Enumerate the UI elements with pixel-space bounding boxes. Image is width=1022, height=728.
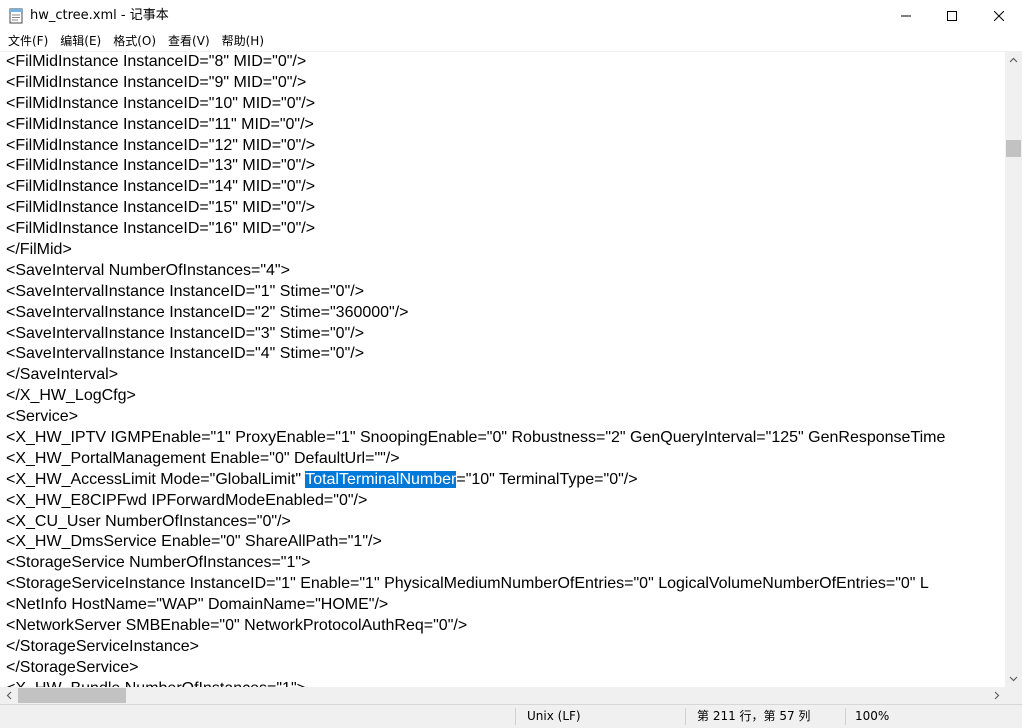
menu-file[interactable]: 文件(F) xyxy=(0,31,54,51)
status-zoom: 100% xyxy=(855,709,890,723)
menu-edit[interactable]: 编辑(E) xyxy=(54,31,107,51)
text-line: <StorageService NumberOfInstances="1"> xyxy=(6,554,311,572)
menu-format[interactable]: 格式(O) xyxy=(107,31,162,51)
text-line: <X_HW_AccessLimit Mode="GlobalLimit" Tot… xyxy=(6,470,945,491)
minimize-icon xyxy=(901,15,911,16)
text-line: <FilMidInstance InstanceID="8" MID="0"/> xyxy=(6,53,307,70)
title-bar[interactable]: hw_ctree.xml - 记事本 xyxy=(0,0,1022,31)
text-line: <X_HW_E8CIPFwd IPForwardModeEnabled="0"/… xyxy=(6,491,368,509)
chevron-right-icon xyxy=(994,691,999,700)
maximize-icon xyxy=(947,10,957,21)
text-line: <NetInfo HostName="WAP" DomainName="HOME… xyxy=(6,596,389,614)
text-line: <Service> xyxy=(6,408,79,426)
text-line: <NetworkServer SMBEnable="0" NetworkProt… xyxy=(6,617,468,635)
text-line: <X_CU_User NumberOfInstances="0"/> xyxy=(6,512,291,530)
text-line: <FilMidInstance InstanceID="14" MID="0"/… xyxy=(6,178,316,196)
text-line: <SaveIntervalInstance InstanceID="2" Sti… xyxy=(6,303,409,321)
text-line: <FilMidInstance InstanceID="16" MID="0"/… xyxy=(6,220,316,238)
scrollbar-corner xyxy=(1005,687,1022,704)
menu-view[interactable]: 查看(V) xyxy=(162,31,216,51)
text-line: <StorageServiceInstance InstanceID="1" E… xyxy=(6,575,929,593)
scroll-down-button[interactable] xyxy=(1005,670,1022,687)
text-line: </X_HW_LogCfg> xyxy=(6,387,136,405)
menu-bar: 文件(F) 编辑(E) 格式(O) 查看(V) 帮助(H) xyxy=(0,31,1022,51)
scroll-right-button[interactable] xyxy=(988,687,1005,704)
close-icon xyxy=(994,10,1004,21)
text-line: <SaveInterval NumberOfInstances="4"> xyxy=(6,261,290,279)
status-divider xyxy=(845,708,846,725)
text-line: <SaveIntervalInstance InstanceID="3" Sti… xyxy=(6,324,365,342)
text-line: <X_HW_IPTV IGMPEnable="1" ProxyEnable="1… xyxy=(6,429,946,447)
text-after-selection: ="10" TerminalType="0"/> xyxy=(456,470,638,488)
status-divider xyxy=(685,708,686,725)
status-cursor-position: 第 211 行，第 57 列 xyxy=(697,709,811,723)
text-line: </SaveInterval> xyxy=(6,366,119,384)
text-line: <SaveIntervalInstance InstanceID="1" Sti… xyxy=(6,282,365,300)
text-line: <FilMidInstance InstanceID="13" MID="0"/… xyxy=(6,157,316,175)
menu-help[interactable]: 帮助(H) xyxy=(216,31,270,51)
minimize-button[interactable] xyxy=(883,0,929,31)
vertical-scroll-thumb[interactable] xyxy=(1006,140,1021,157)
scroll-left-button[interactable] xyxy=(0,687,17,704)
status-bar: Unix (LF) 第 211 行，第 57 列 100% xyxy=(0,704,1022,728)
text-line: </FilMid> xyxy=(6,241,72,259)
maximize-button[interactable] xyxy=(929,0,975,31)
selected-text[interactable]: TotalTerminalNumber xyxy=(305,470,457,488)
text-line: </StorageService> xyxy=(6,658,139,676)
text-line: </StorageServiceInstance> xyxy=(6,637,200,655)
chevron-left-icon xyxy=(6,691,11,700)
text-editor[interactable]: <FilMidInstance InstanceID="8" MID="0"/>… xyxy=(0,51,1005,687)
scroll-up-button[interactable] xyxy=(1005,51,1022,68)
status-divider xyxy=(515,708,516,725)
window-title: hw_ctree.xml - 记事本 xyxy=(30,8,169,23)
status-line-ending: Unix (LF) xyxy=(527,709,581,723)
text-before-selection: <X_HW_AccessLimit Mode="GlobalLimit" xyxy=(6,470,306,488)
chevron-up-icon xyxy=(1009,57,1018,62)
close-button[interactable] xyxy=(976,0,1022,31)
text-line: <FilMidInstance InstanceID="12" MID="0"/… xyxy=(6,136,316,154)
text-line: <FilMidInstance InstanceID="10" MID="0"/… xyxy=(6,94,316,112)
text-lines: <FilMidInstance InstanceID="8" MID="0"/>… xyxy=(6,52,945,687)
text-line: <FilMidInstance InstanceID="15" MID="0"/… xyxy=(6,199,316,217)
text-line: <FilMidInstance InstanceID="9" MID="0"/> xyxy=(6,73,307,91)
text-line: <X_HW_DmsService Enable="0" ShareAllPath… xyxy=(6,533,382,551)
vertical-scrollbar[interactable] xyxy=(1005,51,1022,687)
text-line: <X_HW_PortalManagement Enable="0" Defaul… xyxy=(6,449,400,467)
text-line: <FilMidInstance InstanceID="11" MID="0"/… xyxy=(6,115,314,133)
horizontal-scrollbar[interactable] xyxy=(0,687,1005,704)
text-line: <X_HW_Bundle NumberOfInstances="1"> xyxy=(6,679,945,687)
horizontal-scroll-thumb[interactable] xyxy=(18,688,126,703)
text-line: <SaveIntervalInstance InstanceID="4" Sti… xyxy=(6,345,365,363)
notepad-icon xyxy=(9,8,23,24)
chevron-down-icon xyxy=(1009,676,1018,681)
